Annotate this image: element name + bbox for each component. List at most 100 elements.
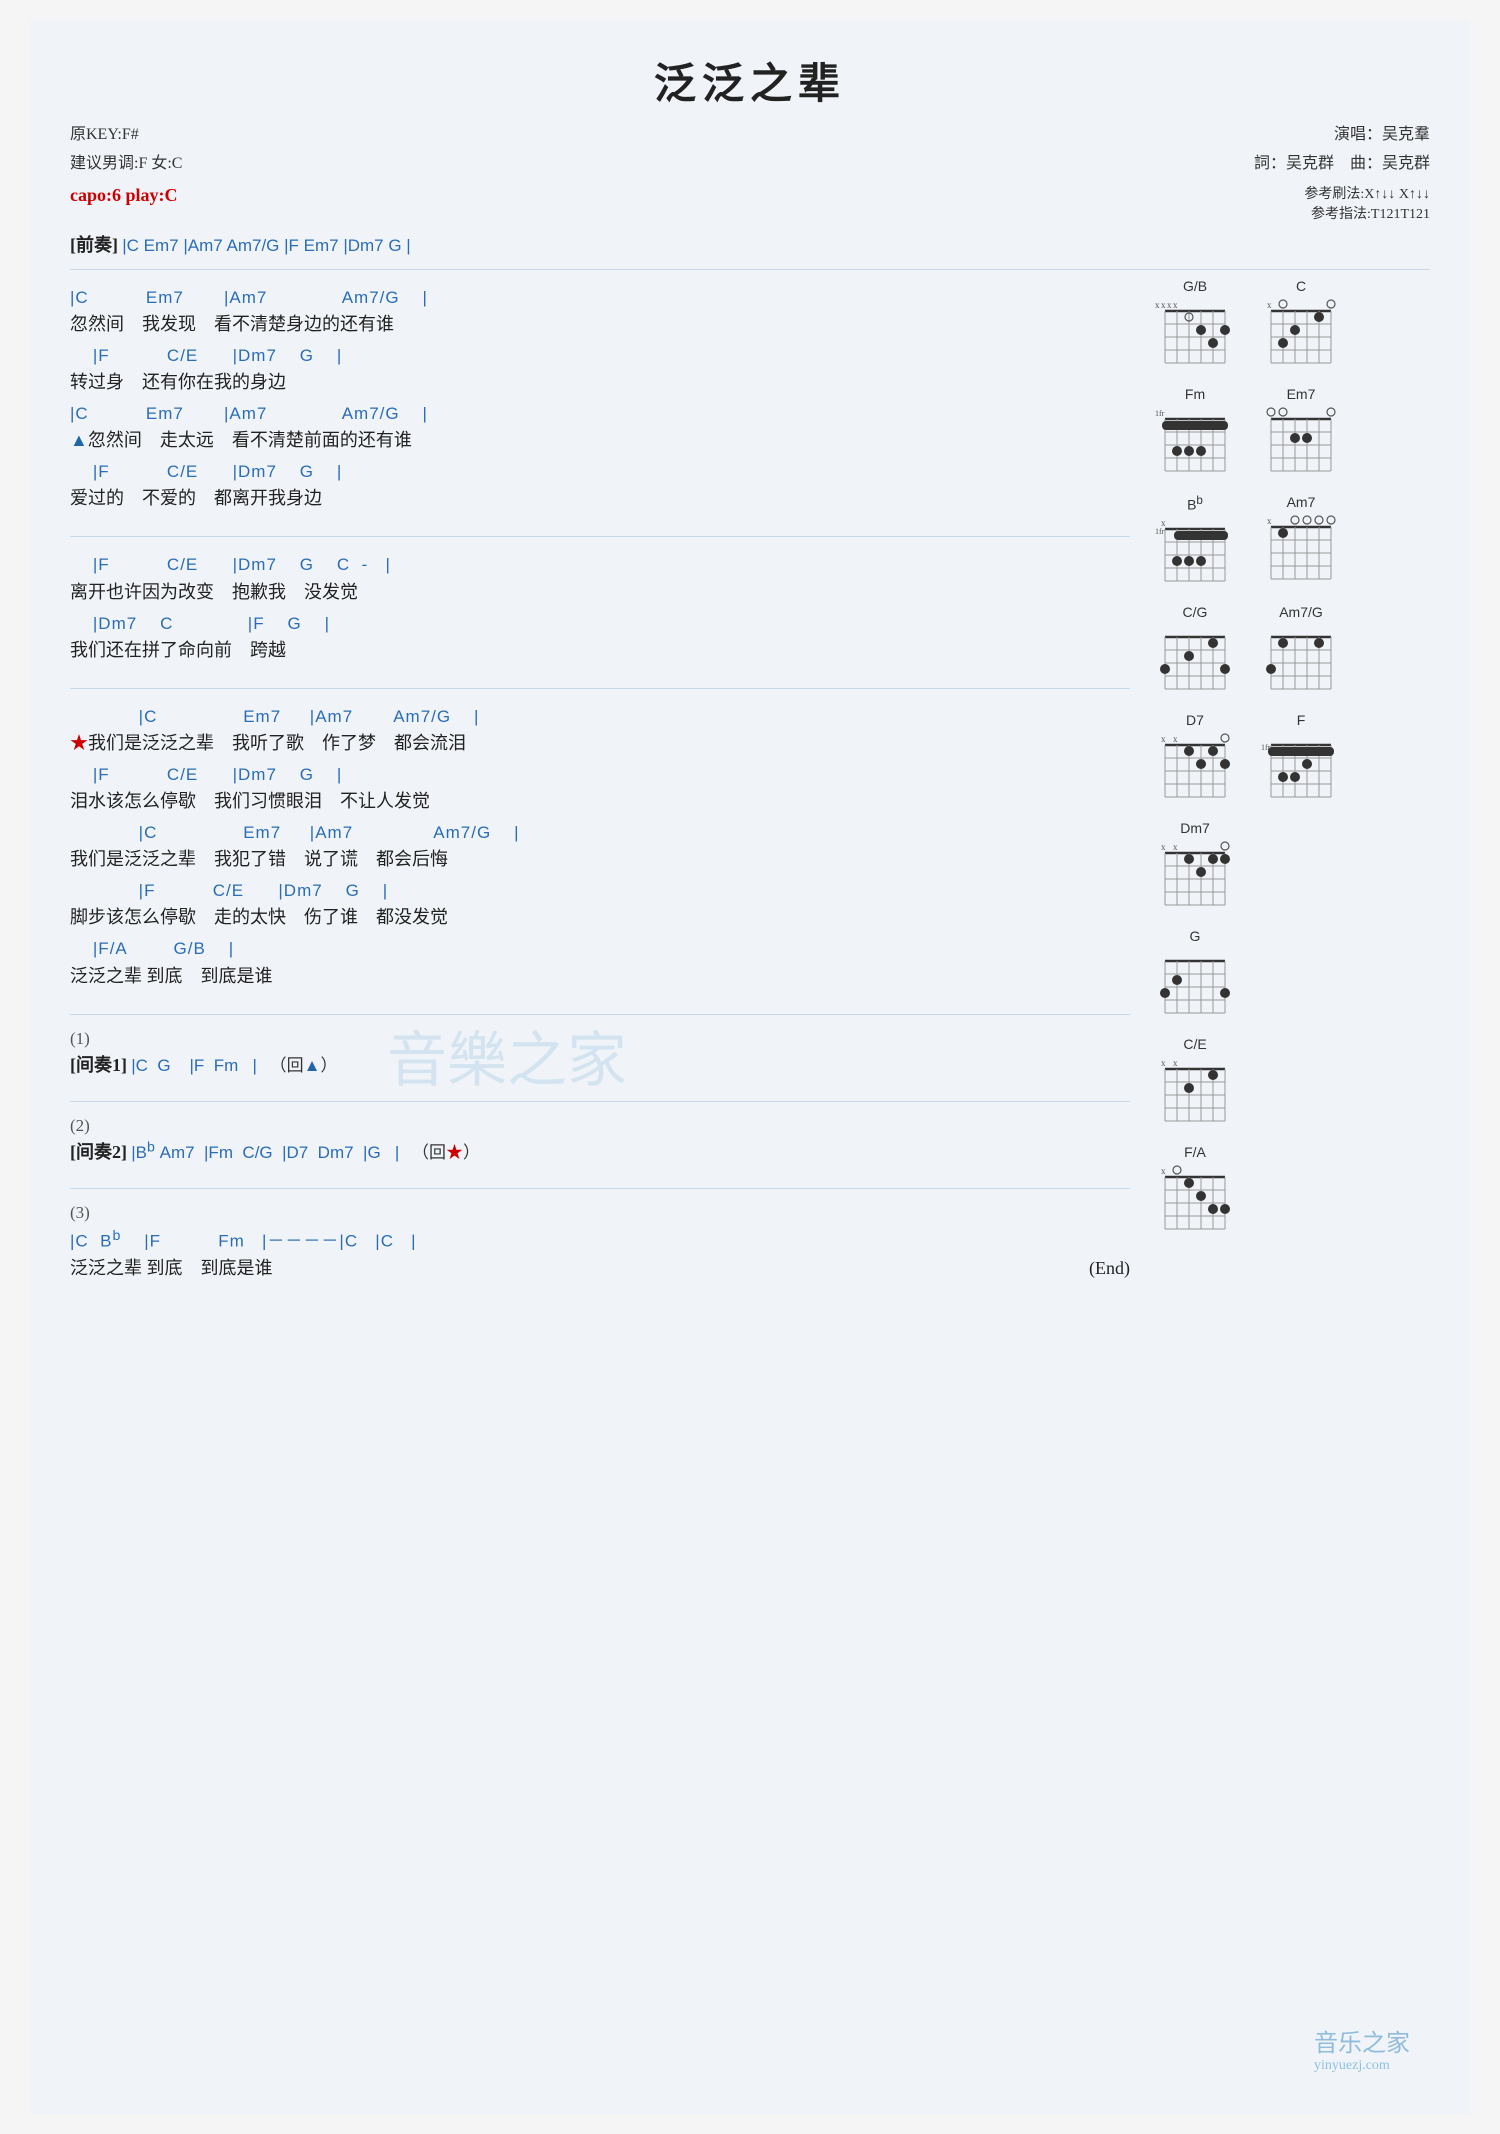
svg-text:x: x (1173, 300, 1178, 310)
svg-text:x: x (1161, 734, 1166, 744)
lyric-line-8: 泪水该怎么停歇 我们习惯眼泪 不让人发觉 (70, 788, 1130, 815)
chord-am7-svg: x (1256, 512, 1346, 592)
chord-c: C x (1256, 278, 1346, 376)
interlude1-section: (1) [间奏1] |C G |F Fm | （回▲） (70, 1023, 1130, 1087)
chord-d7-name: D7 (1186, 712, 1204, 728)
chord-gb-svg: x x (1150, 296, 1240, 376)
chord-row-9: F/A x (1150, 1144, 1430, 1242)
chord-row-5: D7 x x (1150, 712, 1430, 810)
lyric-line-1: 忽然间 我发现 看不清楚身边的还有谁 (70, 311, 1130, 338)
chord-row-7: G (1150, 928, 1430, 1026)
chord-em7-svg (1256, 404, 1346, 484)
chord-dm7-svg: x x (1150, 838, 1240, 918)
interlude1-num: (1) (70, 1029, 1130, 1049)
prelude-chords: |C Em7 |Am7 Am7/G |F Em7 |Dm7 G | (122, 236, 410, 255)
chord-line-8: |F C/E |Dm7 G | (70, 761, 1130, 788)
lyric-line-3: ▲忽然间 走太远 看不清楚前面的还有谁 (70, 427, 1130, 454)
chord-diagrams: G/B x x (1150, 278, 1430, 1243)
chord-gb-name: G/B (1183, 278, 1207, 294)
lyricist: 詞：吴克群 (1254, 155, 1334, 172)
prelude-label: [前奏] (70, 235, 118, 255)
chord-ce-svg: x x (1150, 1054, 1240, 1134)
interlude2-num: (2) (70, 1116, 1130, 1136)
svg-text:1fr: 1fr (1155, 527, 1165, 536)
chord-fm: Fm 1fr (1150, 386, 1240, 484)
key-info: 原KEY:F# 建议男调:F 女:C capo:6 play:C (70, 121, 182, 223)
chord-line-2: |F C/E |Dm7 G | (70, 342, 1130, 369)
chord-d7: D7 x x (1150, 712, 1240, 810)
chord-f: F 1fr (1256, 712, 1346, 810)
chord-fa: F/A x (1150, 1144, 1240, 1242)
chord-fa-svg: x (1150, 1162, 1240, 1242)
chord-bb-svg: x 1fr (1150, 514, 1240, 594)
chord-ce: C/E x x (1150, 1036, 1240, 1134)
svg-text:x: x (1167, 300, 1172, 310)
header-area: 原KEY:F# 建议男调:F 女:C capo:6 play:C 演唱：吴克羣 … (70, 121, 1430, 223)
recommended-key: 建议男调:F 女:C (70, 150, 182, 179)
chord-line-6: |Dm7 C |F G | (70, 610, 1130, 637)
chord-dm7: Dm7 x x (1150, 820, 1240, 918)
chord-am7: Am7 x (1256, 494, 1346, 595)
ref-info: 参考刷法:X↑↓↓ X↑↓↓ 参考指法:T121T121 (1304, 183, 1430, 223)
lyric-line-4: 爱过的 不爱的 都离开我身边 (70, 485, 1130, 512)
chord-g-svg (1150, 946, 1240, 1026)
chord-line-7: |C Em7 |Am7 Am7/G | (70, 703, 1130, 730)
chord-line-5: |F C/E |Dm7 G C - | (70, 551, 1130, 578)
ending-lyrics: 泛泛之辈 到底 到底是谁 (End) (70, 1255, 1130, 1282)
chord-row-4: C/G (1150, 604, 1430, 702)
chord-d7-svg: x x (1150, 730, 1240, 810)
interlude2-note: （回★） (404, 1143, 481, 1162)
chord-bb: Bb x 1fr (1150, 494, 1240, 595)
svg-text:x: x (1267, 516, 1272, 526)
chord-em7: Em7 (1256, 386, 1346, 484)
chord-cg: C/G (1150, 604, 1240, 702)
ending-num: (3) (70, 1203, 1130, 1223)
interlude2-section: (2) [间奏2] |Bb Am7 |Fm C/G |D7 Dm7 |G | （… (70, 1110, 1130, 1174)
chord-fa-name: F/A (1184, 1144, 1206, 1160)
chord-row-3: Bb x 1fr (1150, 494, 1430, 595)
chord-row-6: Dm7 x x (1150, 820, 1430, 918)
singer: 演唱：吴克羣 (1254, 121, 1430, 150)
chord-line-1: |C Em7 |Am7 Am7/G | (70, 284, 1130, 311)
chord-fm-svg: 1fr (1150, 404, 1240, 484)
interlude1-line: [间奏1] |C G |F Fm | （回▲） (70, 1051, 1130, 1077)
chord-line-3: |C Em7 |Am7 Am7/G | (70, 400, 1130, 427)
chord-dm7-name: Dm7 (1180, 820, 1210, 836)
watermark-main: 音乐之家 (1314, 2023, 1410, 2058)
chord-line-11: |F/A G/B | (70, 935, 1130, 962)
chord-f-name: F (1297, 712, 1306, 728)
svg-text:x: x (1161, 1058, 1166, 1068)
svg-text:x: x (1161, 842, 1166, 852)
svg-text:x: x (1267, 300, 1272, 310)
chord-fm-name: Fm (1185, 386, 1205, 402)
interlude1-label: [间奏1] (70, 1055, 127, 1075)
composer: 曲：吴克群 (1350, 155, 1430, 172)
bridge: |F C/E |Dm7 G C - | 离开也许因为改变 抱歉我 没发觉 |Dm… (70, 545, 1130, 673)
interlude2-label: [间奏2] (70, 1142, 127, 1162)
chord-row-8: C/E x x (1150, 1036, 1430, 1134)
chord-c-name: C (1296, 278, 1306, 294)
svg-text:x: x (1173, 1058, 1178, 1068)
watermark2: 音乐之家 yinyuezj.com (1314, 2023, 1410, 2074)
lyric-line-6: 我们还在拼了命向前 跨越 (70, 637, 1130, 664)
chord-am7g: Am7/G (1256, 604, 1346, 702)
svg-text:x: x (1155, 300, 1160, 310)
lyric-line-10: 脚步该怎么停歇 走的太快 伤了谁 都没发觉 (70, 904, 1130, 931)
chord-cg-svg (1150, 622, 1240, 702)
left-content: |C Em7 |Am7 Am7/G | 忽然间 我发现 看不清楚身边的还有谁 |… (70, 278, 1130, 1306)
page: 泛泛之辈 原KEY:F# 建议男调:F 女:C capo:6 play:C 演唱… (30, 20, 1470, 2114)
lyric-line-11: 泛泛之辈 到底 到底是谁 (70, 963, 1130, 990)
chord-row-1: G/B x x (1150, 278, 1430, 376)
main-content: |C Em7 |Am7 Am7/G | 忽然间 我发现 看不清楚身边的还有谁 |… (70, 278, 1430, 1306)
chord-line-10: |F C/E |Dm7 G | (70, 877, 1130, 904)
svg-text:x: x (1173, 842, 1178, 852)
chord-bb-name: Bb (1187, 494, 1203, 513)
performer-info: 演唱：吴克羣 詞：吴克群 曲：吴克群 (1254, 121, 1430, 179)
lyricist-composer: 詞：吴克群 曲：吴克群 (1254, 150, 1430, 179)
interlude2-line: [间奏2] |Bb Am7 |Fm C/G |D7 Dm7 |G | （回★） (70, 1138, 1130, 1164)
chord-line-4: |F C/E |Dm7 G | (70, 458, 1130, 485)
chord-em7-name: Em7 (1287, 386, 1316, 402)
chord-diagrams-panel: G/B x x (1150, 278, 1430, 1306)
svg-text:1fr: 1fr (1155, 409, 1165, 418)
chord-row-2: Fm 1fr (1150, 386, 1430, 484)
